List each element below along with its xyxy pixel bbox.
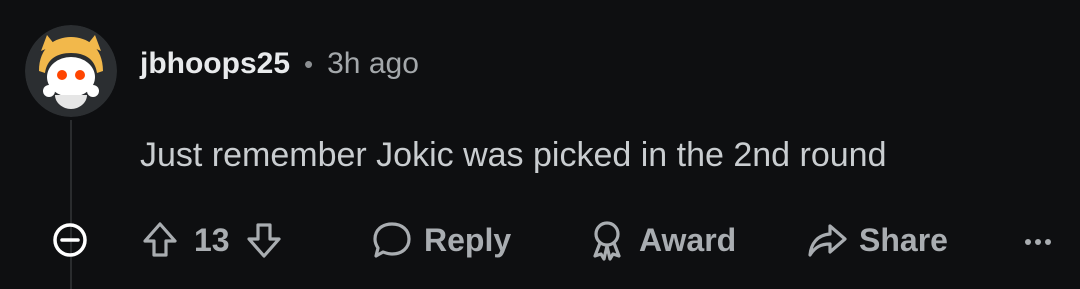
share-button[interactable]: Share [805, 212, 948, 268]
collapse-minus-icon [50, 220, 90, 260]
snoo-avatar-icon [25, 25, 117, 117]
collapse-button[interactable] [50, 212, 90, 268]
username[interactable]: jbhoops25 [140, 47, 290, 81]
more-dots-icon [1018, 220, 1058, 260]
share-arrow-icon [805, 218, 849, 262]
separator-dot: • [304, 48, 314, 79]
comment-header: jbhoops25 • 3h ago [140, 44, 419, 84]
downvote-arrow-icon[interactable] [244, 220, 284, 260]
vote-controls: 13 [140, 212, 284, 268]
award-button[interactable]: Award [585, 212, 736, 268]
avatar[interactable] [25, 25, 117, 117]
comment-text: Just remember Jokic was picked in the 2n… [140, 136, 887, 174]
vote-count: 13 [194, 221, 230, 258]
speech-bubble-icon [370, 218, 414, 262]
reply-button[interactable]: Reply [370, 212, 511, 268]
comment-actions: 13 Reply Award Share [0, 212, 1080, 268]
share-label: Share [859, 221, 948, 258]
timestamp: 3h ago [327, 47, 419, 80]
award-label: Award [639, 221, 737, 258]
reply-label: Reply [424, 221, 512, 258]
award-ribbon-icon [585, 218, 629, 262]
more-options-button[interactable] [1018, 212, 1058, 268]
upvote-arrow-icon[interactable] [140, 220, 180, 260]
